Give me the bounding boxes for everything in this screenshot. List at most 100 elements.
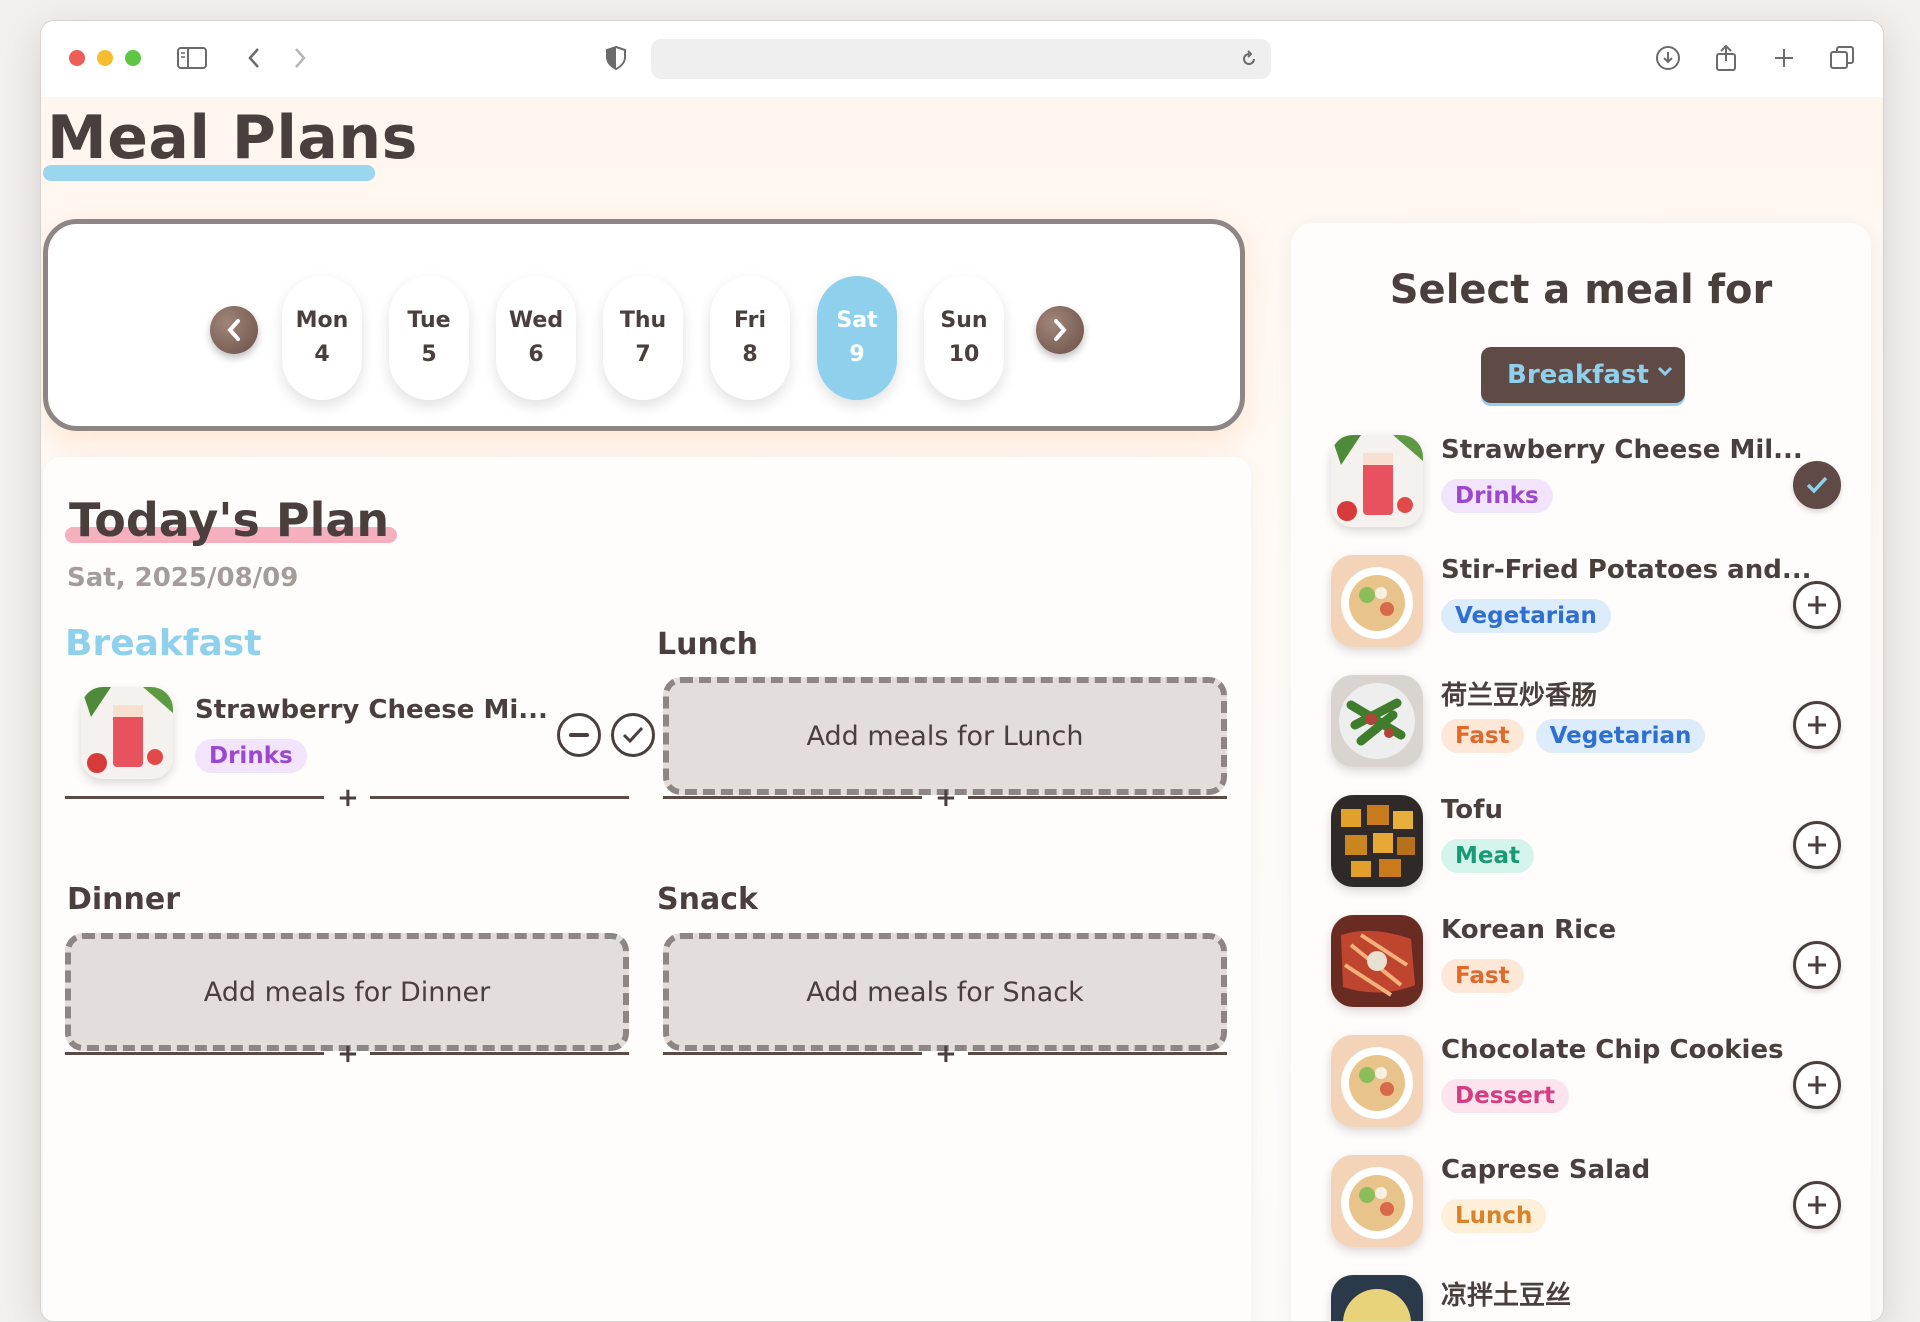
chevron-down-icon xyxy=(1657,366,1673,377)
meal-item-name: Caprese Salad xyxy=(1441,1155,1651,1185)
meal-item[interactable]: Tofu Meat xyxy=(1331,791,1851,891)
back-icon[interactable] xyxy=(237,41,271,75)
strawberry-drink-image xyxy=(1331,435,1423,527)
breakfast-entry-name: Strawberry Cheese Mi... xyxy=(195,695,548,725)
lunch-heading[interactable]: Lunch xyxy=(657,627,758,662)
meal-item-name: Stir-Fried Potatoes and... xyxy=(1441,555,1812,585)
add-meal-button[interactable] xyxy=(1793,701,1841,749)
day-mon[interactable]: Mon 4 xyxy=(282,276,362,400)
next-week-button[interactable] xyxy=(1036,306,1084,354)
sidebar-toggle-icon[interactable] xyxy=(175,41,209,75)
plus-icon xyxy=(1808,596,1826,614)
close-window-button[interactable] xyxy=(69,50,85,66)
mark-eaten-button[interactable] xyxy=(611,713,655,757)
add-meal-button[interactable] xyxy=(1793,941,1841,989)
new-tab-icon[interactable] xyxy=(1767,41,1801,75)
chevron-right-icon xyxy=(1054,319,1067,341)
breakfast-entry[interactable]: Strawberry Cheese Mi... Drinks xyxy=(81,687,655,787)
day-thu[interactable]: Thu 7 xyxy=(603,276,683,400)
browser-window: Meal Plans Mon 4 Tue 5 Wed 6 Thu 7 Fri 8 Sat 9… xyxy=(40,20,1884,1322)
meal-item-name: Strawberry Cheese Mil... xyxy=(1441,435,1803,465)
tag-fast: Fast xyxy=(1441,719,1524,753)
dinner-drop-zone[interactable]: Add meals for Dinner xyxy=(65,933,629,1051)
add-dinner-button[interactable]: + xyxy=(337,1039,359,1069)
meal-item[interactable]: Korean Rice Fast xyxy=(1331,911,1851,1011)
meal-item[interactable]: Strawberry Cheese Mil... Drinks xyxy=(1331,431,1851,531)
page-title: Meal Plans xyxy=(47,103,418,173)
today-date: Sat, 2025/08/09 xyxy=(67,563,299,593)
snow-peas-image xyxy=(1331,675,1423,767)
page-content: Meal Plans Mon 4 Tue 5 Wed 6 Thu 7 Fri 8 Sat 9… xyxy=(41,97,1883,1321)
downloads-icon[interactable] xyxy=(1651,41,1685,75)
korean-rice-image xyxy=(1331,915,1423,1007)
previous-week-button[interactable] xyxy=(210,306,258,354)
reload-icon[interactable] xyxy=(1237,47,1261,71)
tab-overview-icon[interactable] xyxy=(1825,41,1859,75)
day-tue[interactable]: Tue 5 xyxy=(389,276,469,400)
meal-item-name: 凉拌土豆丝 xyxy=(1441,1281,1572,1311)
food-bowl-image xyxy=(1331,555,1423,647)
minus-icon xyxy=(569,733,589,737)
day-fri[interactable]: Fri 8 xyxy=(710,276,790,400)
minimize-window-button[interactable] xyxy=(97,50,113,66)
dinner-heading[interactable]: Dinner xyxy=(67,882,180,917)
day-sun[interactable]: Sun 10 xyxy=(924,276,1004,400)
chevron-left-icon xyxy=(227,319,240,341)
meal-item[interactable]: 荷兰豆炒香肠 Fast Vegetarian xyxy=(1331,671,1851,771)
day-wed[interactable]: Wed 6 xyxy=(496,276,576,400)
meal-item[interactable]: Caprese Salad Lunch xyxy=(1331,1151,1851,1251)
meal-item-name: Chocolate Chip Cookies xyxy=(1441,1035,1784,1065)
food-bowl-image xyxy=(1331,1035,1423,1127)
snack-heading[interactable]: Snack xyxy=(657,882,758,917)
check-icon xyxy=(622,726,644,744)
breakfast-heading[interactable]: Breakfast xyxy=(65,623,261,664)
browser-toolbar xyxy=(41,21,1883,97)
todays-plan-card: Today's Plan Sat, 2025/08/09 Breakfast L… xyxy=(43,457,1251,1321)
zoom-window-button[interactable] xyxy=(125,50,141,66)
selected-check-button[interactable] xyxy=(1793,461,1841,509)
todays-plan-title: Today's Plan xyxy=(69,493,390,547)
lunch-drop-zone[interactable]: Add meals for Lunch xyxy=(663,677,1227,795)
add-snack-button[interactable]: + xyxy=(935,1039,957,1069)
meal-item[interactable]: 凉拌土豆丝 xyxy=(1331,1271,1851,1321)
tag-lunch: Lunch xyxy=(1441,1199,1547,1233)
day-sat-selected[interactable]: Sat 9 xyxy=(817,276,897,400)
privacy-shield-icon[interactable] xyxy=(599,41,633,75)
add-meal-button[interactable] xyxy=(1793,821,1841,869)
share-icon[interactable] xyxy=(1709,41,1743,75)
meal-item[interactable]: Stir-Fried Potatoes and... Vegetarian xyxy=(1331,551,1851,651)
tofu-image xyxy=(1331,795,1423,887)
week-selector: Mon 4 Tue 5 Wed 6 Thu 7 Fri 8 Sat 9 Sun 10 xyxy=(43,219,1245,431)
tag-drinks: Drinks xyxy=(195,739,307,773)
potato-salad-image xyxy=(1331,1275,1423,1321)
plus-icon xyxy=(1808,956,1826,974)
meal-item-name: Korean Rice xyxy=(1441,915,1617,945)
add-meal-button[interactable] xyxy=(1793,581,1841,629)
tag-drinks: Drinks xyxy=(1441,479,1553,513)
forward-icon[interactable] xyxy=(283,41,317,75)
plus-icon xyxy=(1808,1196,1826,1214)
meal-picker-title: Select a meal for xyxy=(1389,267,1773,313)
strawberry-drink-image xyxy=(81,687,173,779)
plus-icon xyxy=(1808,1076,1826,1094)
add-meal-button[interactable] xyxy=(1793,1061,1841,1109)
check-icon xyxy=(1806,476,1828,494)
add-lunch-button[interactable]: + xyxy=(935,783,957,813)
snack-drop-zone[interactable]: Add meals for Snack xyxy=(663,933,1227,1051)
meal-type-select[interactable]: Breakfast xyxy=(1481,347,1685,403)
tag-fast: Fast xyxy=(1441,959,1524,993)
meal-item-name: 荷兰豆炒香肠 xyxy=(1441,681,1598,711)
remove-meal-button[interactable] xyxy=(557,713,601,757)
lunch-add-divider: + xyxy=(663,783,1227,813)
add-breakfast-button[interactable]: + xyxy=(337,783,359,813)
dinner-add-divider: + xyxy=(65,1039,629,1069)
snack-add-divider: + xyxy=(663,1039,1227,1069)
address-bar[interactable] xyxy=(651,39,1271,79)
plus-icon xyxy=(1808,836,1826,854)
meal-item[interactable]: Chocolate Chip Cookies Dessert xyxy=(1331,1031,1851,1131)
breakfast-add-divider: + xyxy=(65,783,629,813)
add-meal-button[interactable] xyxy=(1793,1181,1841,1229)
tag-meat: Meat xyxy=(1441,839,1535,873)
tag-vegetarian: Vegetarian xyxy=(1441,599,1611,633)
meal-picker-panel: Select a meal for Breakfast Strawberry C… xyxy=(1291,223,1871,1321)
